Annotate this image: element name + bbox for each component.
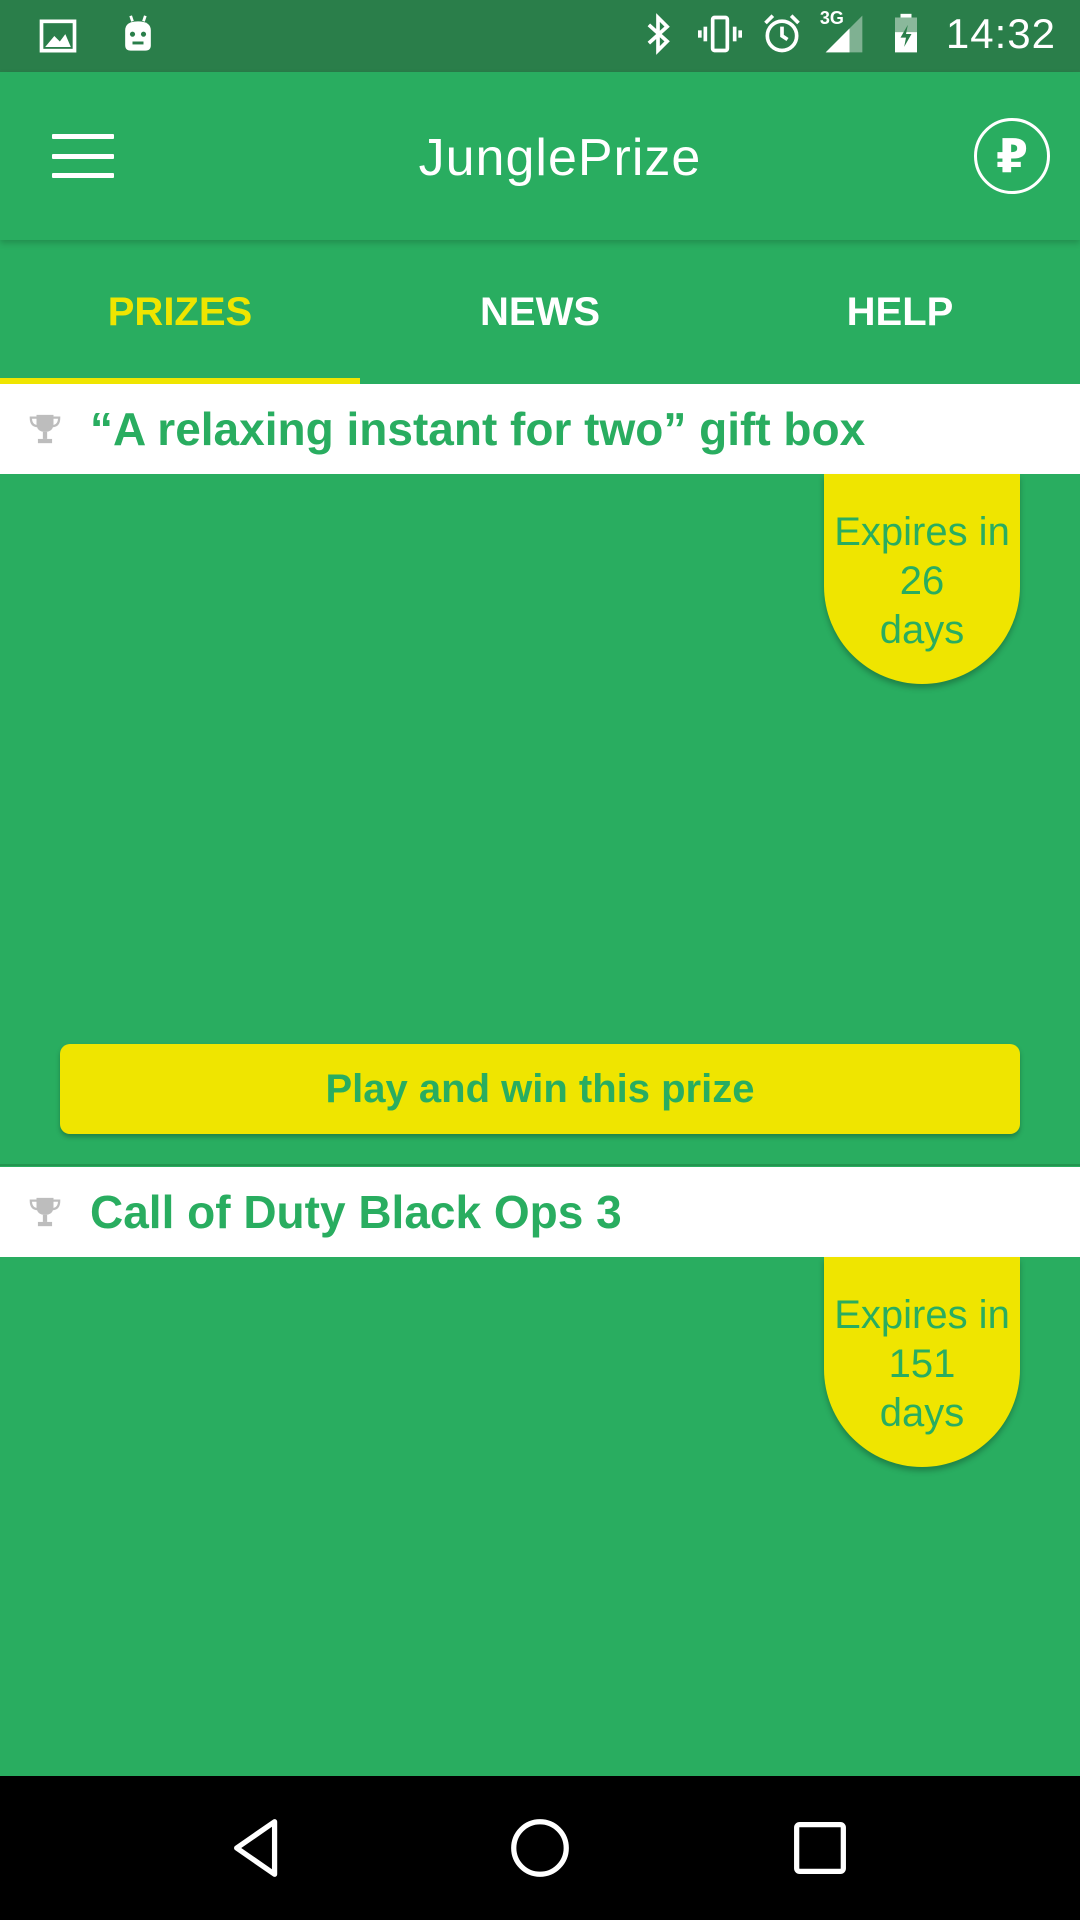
recents-button[interactable] [780,1808,860,1888]
bluetooth-icon [636,12,680,56]
home-icon [511,1819,569,1877]
prize-header[interactable]: Call of Duty Black Ops 3 [0,1167,1080,1257]
play-win-button[interactable]: Play and win this prize [60,1044,1020,1134]
expires-badge: Expires in 151 days [824,1257,1020,1467]
navigation-bar [0,1776,1080,1920]
expires-label: Expires in [834,1293,1010,1337]
coin-button[interactable]: ₽ [974,118,1050,194]
app-title: JunglePrize [418,129,702,187]
divider [0,1164,1080,1166]
image-icon [36,14,80,58]
tab-help[interactable]: HELP [720,240,1080,384]
trophy-icon [29,414,61,444]
tab-bar: PRIZES NEWS HELP [0,240,1080,384]
expires-unit: days [879,608,965,652]
android-icon [116,14,160,58]
alarm-icon [760,12,804,56]
recents-icon [794,1822,846,1874]
prize-title: Call of Duty Black Ops 3 [90,1186,622,1238]
trophy-icon [29,1197,61,1227]
vibrate-icon [697,12,742,56]
status-clock: 14:32 [945,10,1056,57]
back-button[interactable] [220,1808,300,1888]
tab-prizes[interactable]: PRIZES [0,240,360,384]
expires-label: Expires in [834,510,1010,554]
signal-icon: 3G [820,8,866,56]
app-bar: JunglePrize ₽ [0,72,1080,240]
home-button[interactable] [500,1808,580,1888]
prize-title: “A relaxing instant for two” gift box [90,403,866,455]
battery-icon [884,12,928,56]
expires-unit: days [879,1391,965,1435]
expires-days: 151 [888,1342,956,1386]
expires-days: 26 [899,559,945,603]
coin-icon: ₽ [995,130,1028,182]
expires-badge: Expires in 26 days [824,474,1020,684]
back-icon [234,1819,278,1877]
tab-news[interactable]: NEWS [360,240,720,384]
prize-header[interactable]: “A relaxing instant for two” gift box [0,384,1080,474]
status-bar: 3G 14:32 [0,0,1080,72]
network-type-label: 3G [819,8,844,28]
